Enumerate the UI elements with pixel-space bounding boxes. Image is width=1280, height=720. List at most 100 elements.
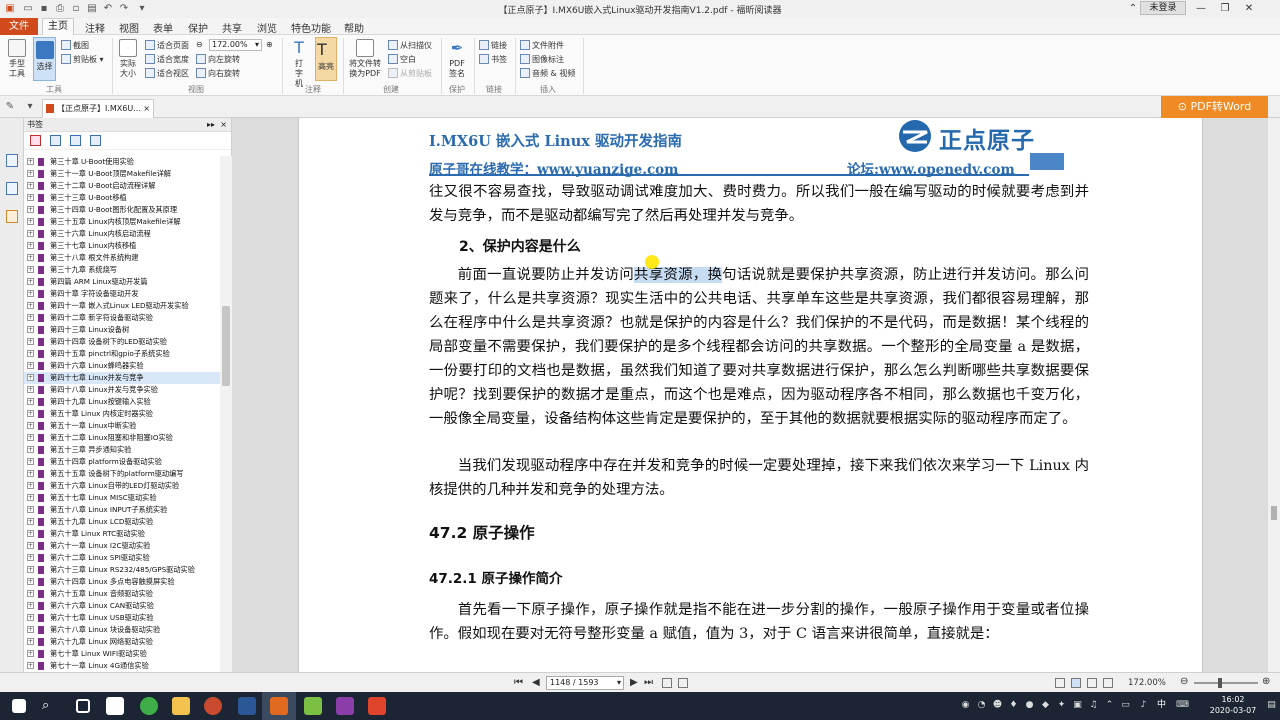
expand-icon[interactable]: +: [27, 338, 34, 345]
expand-icon[interactable]: +: [27, 362, 34, 369]
bookmark-item[interactable]: + 第四十五章 pinctrl和gpio子系统实验: [24, 348, 220, 360]
expand-icon[interactable]: +: [27, 554, 34, 561]
notification-icon[interactable]: ▤: [1266, 700, 1277, 711]
expand-icon[interactable]: +: [27, 170, 34, 177]
bookmark-item[interactable]: + 第五十一章 Linux中断实验: [24, 420, 220, 432]
tray-icon[interactable]: ▣: [1072, 700, 1083, 711]
bookmark-item[interactable]: + 第六十八章 Linux 块设备驱动实验: [24, 624, 220, 636]
powerpoint-icon[interactable]: [204, 697, 222, 715]
expand-icon[interactable]: +: [27, 614, 34, 621]
tray-icon[interactable]: ♦: [1008, 700, 1019, 711]
expand-icon[interactable]: +: [27, 410, 34, 417]
fit-icon[interactable]: [662, 678, 672, 688]
select-tool-button[interactable]: 选择: [33, 37, 56, 81]
tray-icon[interactable]: ☻: [992, 700, 1003, 711]
expand-icon[interactable]: +: [27, 458, 34, 465]
bookmark-item[interactable]: + 第三十六章 Linux内核启动流程: [24, 228, 220, 240]
expand-icon[interactable]: +: [27, 194, 34, 201]
browser-icon[interactable]: [140, 697, 158, 715]
tray-icon[interactable]: ●: [1024, 700, 1035, 711]
bookmark-scroll-thumb[interactable]: [222, 306, 230, 386]
bookmark-item[interactable]: + 第五十七章 Linux MISC驱动实验: [24, 492, 220, 504]
expand-icon[interactable]: +: [27, 638, 34, 645]
bookmark-item[interactable]: + 第六十一章 Linux I2C驱动实验: [24, 540, 220, 552]
menu-home[interactable]: 主页: [42, 18, 74, 36]
fit-page-button[interactable]: 适合页面: [145, 40, 189, 51]
clock-date[interactable]: 2020-03-07: [1198, 706, 1268, 715]
bookmark-item[interactable]: + 第四篇 ARM Linux驱动开发篇: [24, 276, 220, 288]
tab-document[interactable]: 【正点原子】I.MX6U... ×: [42, 99, 154, 118]
continuous-facing-icon[interactable]: [1103, 678, 1113, 688]
bookmark-item[interactable]: + 第三十二章 U-Boot启动流程详解: [24, 180, 220, 192]
expand-icon[interactable]: +: [27, 254, 34, 261]
pages-panel-icon[interactable]: [6, 182, 18, 195]
tray-icon[interactable]: ✦: [1056, 700, 1067, 711]
expand-icon[interactable]: +: [27, 590, 34, 597]
screenshot-button[interactable]: 截图: [61, 40, 89, 51]
hand-tool-button[interactable]: 手型工具: [4, 39, 30, 79]
keyboard-icon[interactable]: ⌨: [1176, 700, 1189, 711]
panel-collapse-icon[interactable]: ▸▸: [207, 118, 215, 132]
expand-icon[interactable]: +: [27, 278, 34, 285]
bookmark-add-icon[interactable]: [50, 135, 61, 146]
foxit-reader-icon[interactable]: [270, 697, 288, 715]
panel-close-icon[interactable]: ×: [220, 118, 227, 132]
ime-indicator[interactable]: 中: [1156, 700, 1167, 711]
file-explorer-icon[interactable]: [172, 697, 190, 715]
volume-icon[interactable]: ♪: [1138, 700, 1149, 711]
audio-video-button[interactable]: 音频 & 视频: [520, 68, 575, 79]
rotate-right-button[interactable]: 向右旋转: [196, 68, 240, 79]
bookmark-options-icon[interactable]: [90, 135, 101, 146]
bookmark-item[interactable]: + 第三十四章 U-Boot图形化配置及其原理: [24, 204, 220, 216]
last-page-icon[interactable]: ⏭: [644, 677, 653, 688]
minimize-button[interactable]: —: [1190, 0, 1212, 18]
page-number-input[interactable]: 1148 / 1593 ▾: [546, 676, 624, 690]
fit-width-button[interactable]: 适合宽度: [145, 54, 189, 65]
expand-icon[interactable]: +: [27, 290, 34, 297]
first-page-icon[interactable]: ⏮: [514, 677, 523, 688]
expand-icon[interactable]: +: [27, 350, 34, 357]
image-annotation-button[interactable]: 图像标注: [520, 54, 564, 65]
menu-comment[interactable]: 注释: [85, 20, 105, 35]
bookmark-item[interactable]: + 第六十五章 Linux 音频驱动实验: [24, 588, 220, 600]
bookmark-item[interactable]: + 第五十六章 Linux自带的LED灯驱动实验: [24, 480, 220, 492]
expand-icon[interactable]: +: [27, 326, 34, 333]
bookmark-item[interactable]: + 第六十二章 Linux SPI驱动实验: [24, 552, 220, 564]
tab-close-icon[interactable]: ×: [143, 100, 150, 117]
expand-icon[interactable]: +: [27, 578, 34, 585]
bookmark-item[interactable]: + 第四十三章 Linux设备树: [24, 324, 220, 336]
typewriter-button[interactable]: T 打字机: [287, 39, 311, 89]
bookmark-item[interactable]: + 第四十七章 Linux并发与竞争: [24, 372, 220, 384]
actual-size-button[interactable]: 实际大小: [116, 39, 140, 79]
camera-app-icon[interactable]: [106, 697, 124, 715]
expand-icon[interactable]: +: [27, 662, 34, 669]
expand-icon[interactable]: +: [27, 182, 34, 189]
bookmark-item[interactable]: + 第三十七章 Linux内核移植: [24, 240, 220, 252]
bookmark-item[interactable]: + 第七十章 Linux WIFI驱动实验: [24, 648, 220, 660]
bookmark-item[interactable]: + 第五十三章 异步通知实验: [24, 444, 220, 456]
bookmark-delete-icon[interactable]: [30, 135, 41, 146]
expand-icon[interactable]: +: [27, 302, 34, 309]
expand-icon[interactable]: +: [27, 266, 34, 273]
bookmark-item[interactable]: + 第六十九章 Linux 网络驱动实验: [24, 636, 220, 648]
editor-icon[interactable]: [304, 697, 322, 715]
expand-icon[interactable]: +: [27, 470, 34, 477]
bookmark-item[interactable]: + 第六十章 Linux RTC驱动实验: [24, 528, 220, 540]
expand-icon[interactable]: +: [27, 506, 34, 513]
tab-list-icon[interactable]: ✎: [4, 101, 16, 113]
continuous-page-icon[interactable]: [1071, 678, 1081, 688]
fit-view-button[interactable]: 适合视区: [145, 68, 189, 79]
link-button[interactable]: 链接: [479, 40, 507, 51]
menu-file[interactable]: 文件: [0, 18, 38, 35]
zoom-in-icon[interactable]: ⊕: [266, 40, 273, 49]
expand-icon[interactable]: +: [27, 566, 34, 573]
expand-icon[interactable]: +: [27, 602, 34, 609]
bookmark-expand-icon[interactable]: [70, 135, 81, 146]
bookmark-item[interactable]: + 第五十九章 Linux LCD驱动实验: [24, 516, 220, 528]
zoom-input[interactable]: 172.00% ▾: [209, 39, 262, 51]
bookmark-item[interactable]: + 第四十一章 嵌入式Linux LED驱动开发实验: [24, 300, 220, 312]
text-selection[interactable]: 共享资源，换: [634, 267, 723, 283]
zoom-out-icon[interactable]: ⊖: [1180, 676, 1188, 687]
onenote-icon[interactable]: [336, 697, 354, 715]
network-icon[interactable]: ▭: [1120, 700, 1131, 711]
